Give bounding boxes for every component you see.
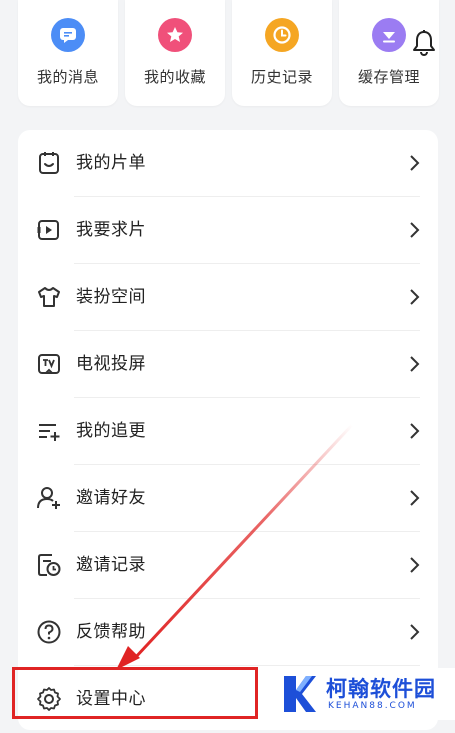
invite-record-icon — [36, 552, 62, 578]
help-icon — [36, 619, 62, 645]
menu-item-my-playlist[interactable]: 我的片单 — [18, 130, 438, 197]
shortcut-label: 我的收藏 — [143, 68, 206, 86]
download-icon — [372, 18, 406, 52]
shortcut-label: 历史记录 — [250, 68, 313, 86]
watermark-title: 柯翰软件园 — [326, 677, 436, 701]
menu-item-label: 反馈帮助 — [76, 622, 146, 642]
clock-icon — [265, 18, 299, 52]
chevron-right-icon — [408, 621, 422, 643]
menu-item-label: 我要求片 — [76, 220, 146, 240]
tshirt-icon — [36, 284, 62, 310]
menu-item-invite-records[interactable]: 邀请记录 — [18, 532, 438, 599]
shortcut-history[interactable]: 历史记录 — [232, 0, 332, 106]
chevron-right-icon — [408, 420, 422, 442]
menu-item-label: 邀请好友 — [76, 488, 146, 508]
shortcut-label: 缓存管理 — [357, 68, 420, 86]
menu-item-feedback-help[interactable]: 反馈帮助 — [18, 599, 438, 666]
menu-item-tv-cast[interactable]: 电视投屏 — [18, 331, 438, 398]
chevron-right-icon — [408, 353, 422, 375]
menu-list: 我的片单 我要求片 装扮空间 电视投屏 我的追更 邀请好友 邀请记录 反馈帮助 … — [18, 130, 438, 730]
menu-item-label: 我的追更 — [76, 421, 146, 441]
kehan-logo-icon — [284, 676, 316, 712]
chevron-right-icon — [408, 152, 422, 174]
menu-item-label: 我的片单 — [76, 153, 146, 173]
video-request-icon — [36, 217, 62, 243]
shortcut-my-messages[interactable]: 我的消息 — [18, 0, 118, 106]
user-invite-icon — [36, 485, 62, 511]
settings-highlight-box — [12, 667, 258, 719]
chevron-right-icon — [408, 219, 422, 241]
star-icon — [158, 18, 192, 52]
chevron-right-icon — [408, 487, 422, 509]
bell-icon[interactable] — [409, 28, 439, 58]
menu-item-invite-friends[interactable]: 邀请好友 — [18, 465, 438, 532]
shortcut-my-favorites[interactable]: 我的收藏 — [125, 0, 225, 106]
chevron-right-icon — [408, 286, 422, 308]
menu-item-my-follows[interactable]: 我的追更 — [18, 398, 438, 465]
menu-item-request-video[interactable]: 我要求片 — [18, 197, 438, 264]
follow-list-icon — [36, 418, 62, 444]
shortcut-bar: 我的消息 我的收藏 历史记录 缓存管理 — [0, 0, 455, 110]
shortcut-label: 我的消息 — [36, 68, 99, 86]
tv-cast-icon — [36, 351, 62, 377]
menu-item-label: 邀请记录 — [76, 555, 146, 575]
menu-item-label: 电视投屏 — [76, 354, 146, 374]
message-icon — [51, 18, 85, 52]
watermark: 柯翰软件园 KEHAN88.COM — [258, 668, 455, 720]
watermark-subtitle: KEHAN88.COM — [328, 701, 417, 711]
chevron-right-icon — [408, 554, 422, 576]
menu-item-dress-up-space[interactable]: 装扮空间 — [18, 264, 438, 331]
menu-item-label: 装扮空间 — [76, 287, 146, 307]
playlist-icon — [36, 150, 62, 176]
